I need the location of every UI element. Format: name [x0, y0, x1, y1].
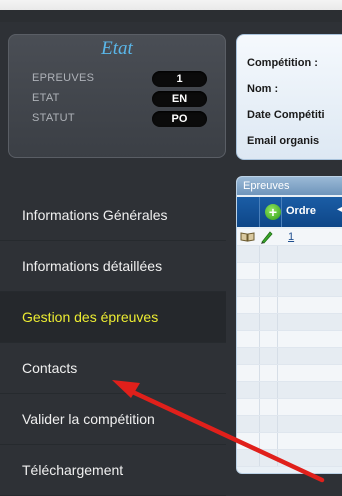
status-label: STATUT	[32, 112, 75, 124]
table-row	[237, 450, 342, 467]
sidebar-item-valider-competition[interactable]: Valider la compétition	[0, 394, 226, 445]
info-competition-label: Compétition :	[247, 57, 318, 69]
table-row	[237, 348, 342, 365]
epreuves-grid: Epreuves + Ordre ◀ 1	[236, 176, 342, 474]
status-label: EPREUVES	[32, 72, 95, 84]
table-row	[237, 263, 342, 280]
status-row-etat: ETAT EN	[32, 91, 207, 109]
sidebar-item-contacts[interactable]: Contacts	[0, 343, 226, 394]
status-value: PO	[152, 111, 207, 127]
table-row	[237, 382, 342, 399]
table-row[interactable]: 1	[237, 229, 342, 246]
add-epreuve-icon[interactable]: +	[265, 204, 281, 220]
grid-caption: Epreuves	[237, 177, 342, 195]
info-date-label: Date Compétiti	[247, 109, 325, 121]
edit-pencil-icon[interactable]	[259, 230, 273, 244]
status-value: EN	[152, 91, 207, 107]
status-panel: Etat EPREUVES 1 ETAT EN STATUT PO	[8, 34, 226, 158]
status-row-epreuves: EPREUVES 1	[32, 71, 207, 89]
sidebar-nav: Informations Générales Informations déta…	[0, 190, 226, 496]
table-row	[237, 331, 342, 348]
sidebar-item-telechargement[interactable]: Téléchargement	[0, 445, 226, 496]
table-row	[237, 314, 342, 331]
grid-rows: 1	[237, 229, 342, 467]
status-value: 1	[152, 71, 207, 87]
table-row	[237, 297, 342, 314]
sidebar-item-informations-generales[interactable]: Informations Générales	[0, 190, 226, 241]
table-row	[237, 416, 342, 433]
status-row-statut: STATUT PO	[32, 111, 207, 129]
sort-arrow-icon[interactable]: ◀	[337, 204, 342, 215]
top-strip	[0, 0, 342, 22]
header-divider	[281, 197, 282, 227]
table-row	[237, 433, 342, 450]
competition-info-panel: Compétition : Nom : Date Compétiti Email…	[236, 34, 342, 160]
ordre-link[interactable]: 1	[288, 231, 294, 243]
table-row	[237, 365, 342, 382]
table-row	[237, 280, 342, 297]
table-row	[237, 246, 342, 263]
header-divider	[259, 197, 260, 227]
sidebar-item-gestion-epreuves[interactable]: Gestion des épreuves	[0, 292, 226, 343]
info-email-label: Email organis	[247, 135, 320, 147]
grid-header: + Ordre ◀	[237, 197, 342, 227]
info-nom-label: Nom :	[247, 83, 279, 95]
table-row	[237, 399, 342, 416]
book-icon[interactable]	[240, 232, 255, 242]
status-label: ETAT	[32, 92, 60, 104]
column-header-ordre[interactable]: Ordre	[286, 205, 316, 217]
sidebar-item-informations-detaillees[interactable]: Informations détaillées	[0, 241, 226, 292]
status-title: Etat	[101, 38, 133, 59]
